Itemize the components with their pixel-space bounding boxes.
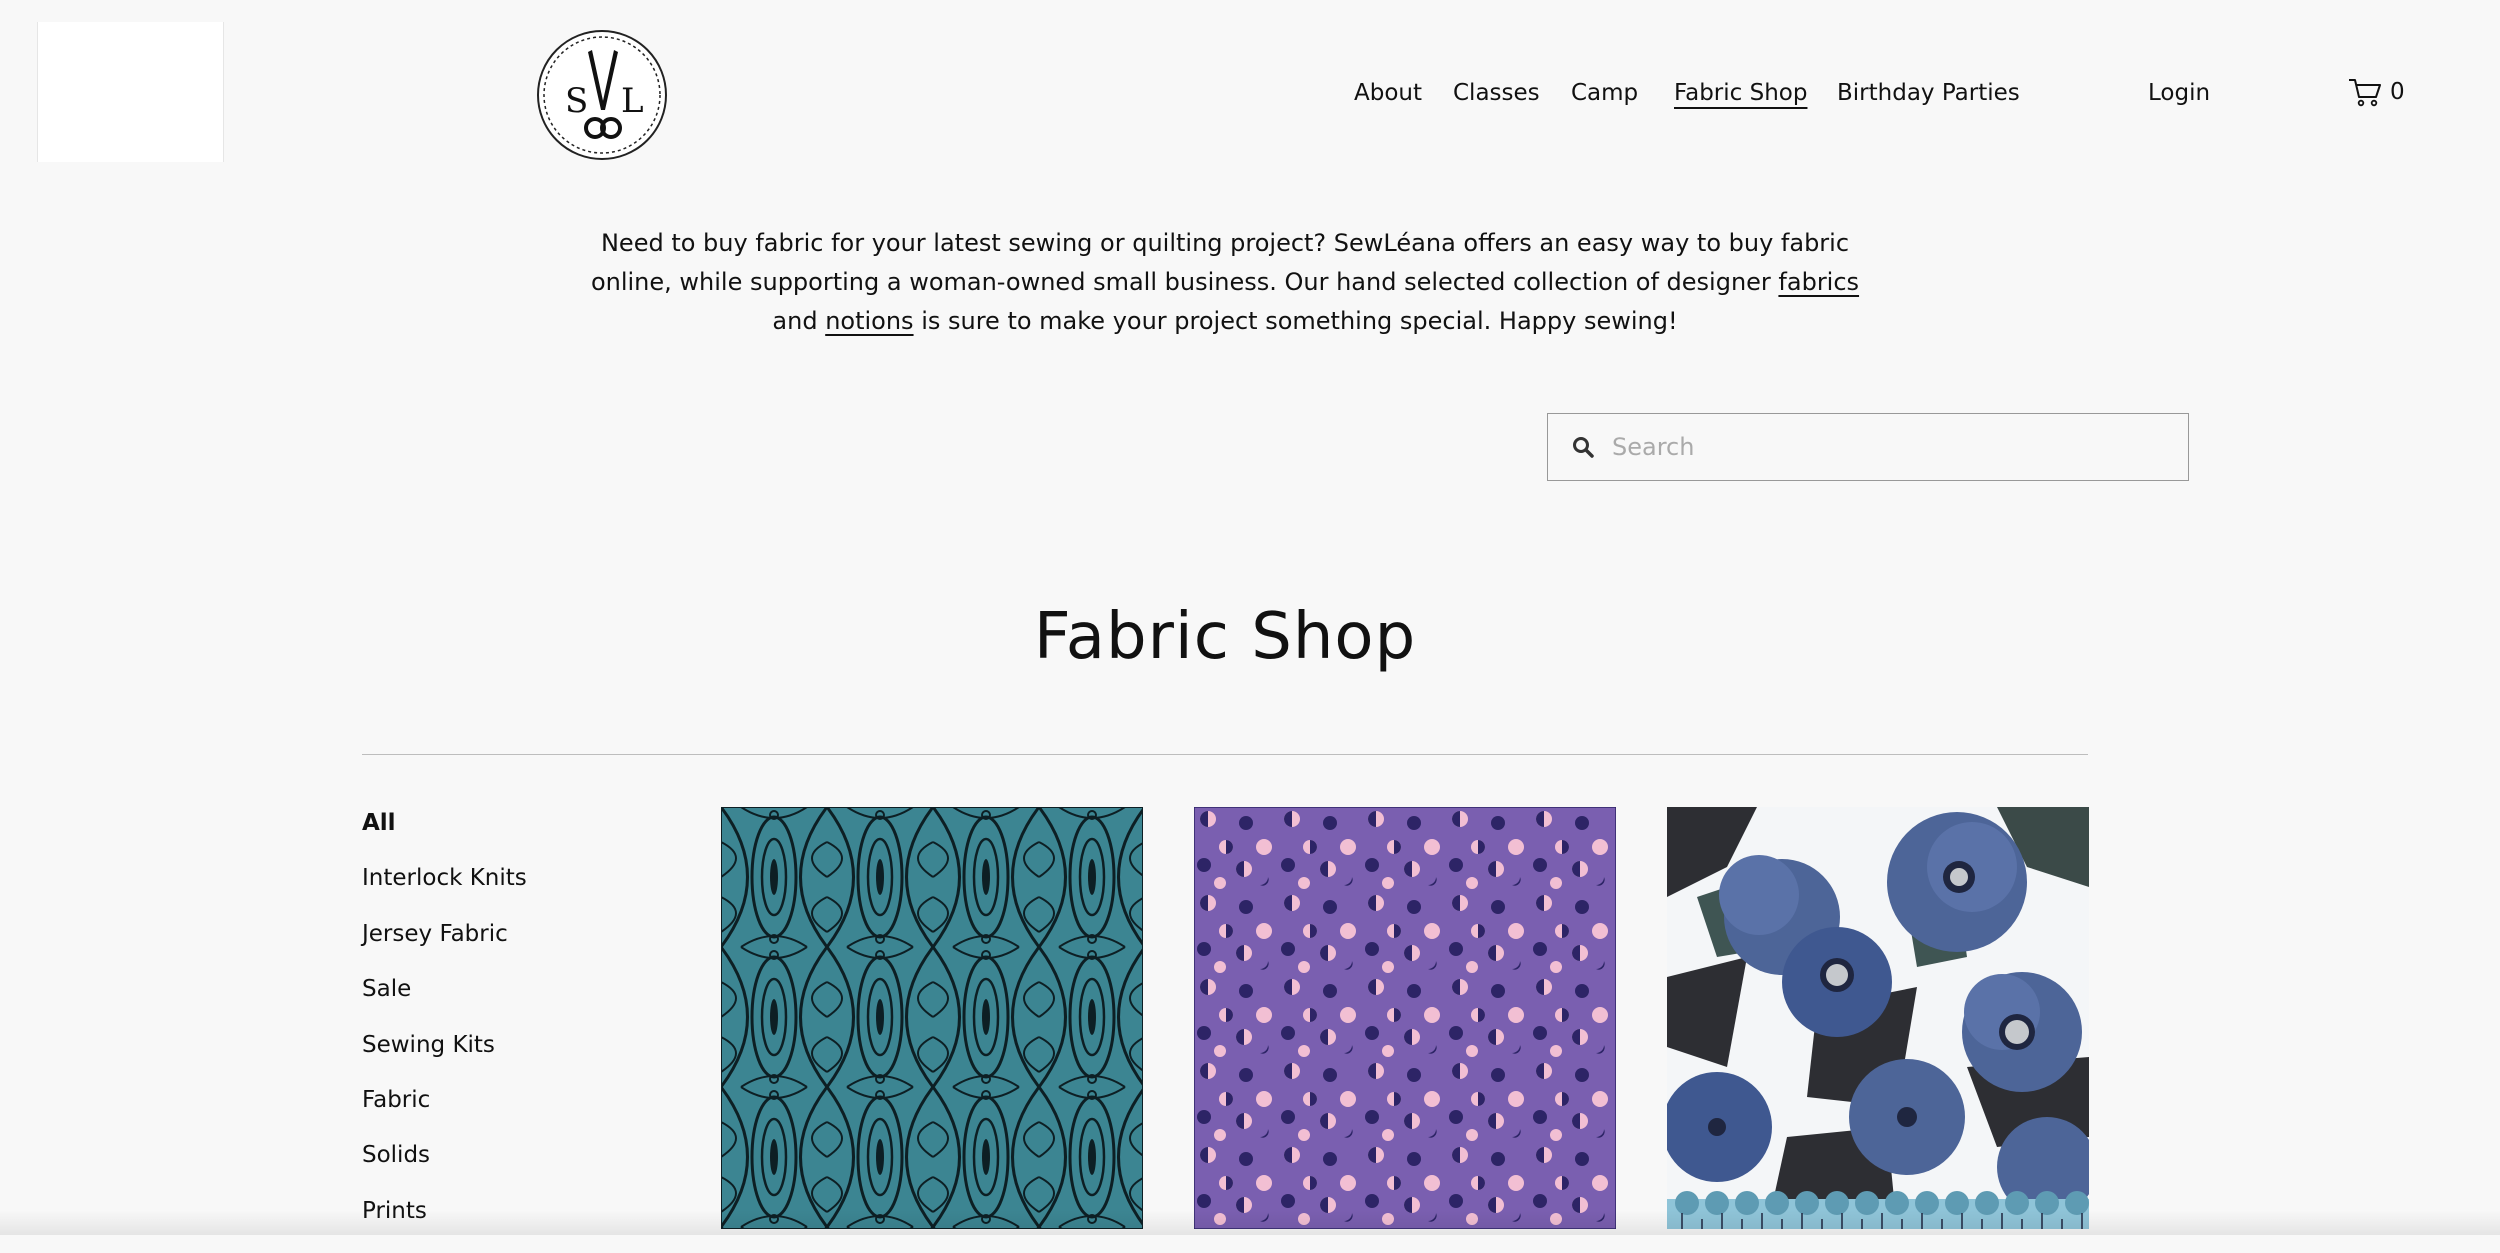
cart-icon	[2349, 79, 2381, 107]
category-fabric[interactable]: Fabric	[362, 1087, 527, 1142]
intro-paragraph: Need to buy fabric for your latest sewin…	[575, 224, 1875, 341]
product-tile-purple-dots[interactable]	[1194, 807, 1616, 1229]
search-box[interactable]	[1547, 413, 2189, 481]
header-placeholder-image	[37, 22, 224, 162]
category-prints[interactable]: Prints	[362, 1198, 527, 1253]
intro-text-2: and	[772, 307, 826, 335]
nav-fabric-shop[interactable]: Fabric Shop	[1674, 80, 1807, 106]
nav-classes[interactable]: Classes	[1453, 80, 1540, 106]
fabrics-link[interactable]: fabrics	[1778, 268, 1859, 296]
page-title: Fabric Shop	[1033, 600, 1417, 674]
category-sale[interactable]: Sale	[362, 976, 527, 1031]
logo-letter-s: S	[565, 81, 588, 121]
category-jersey-fabric[interactable]: Jersey Fabric	[362, 921, 527, 976]
intro-text-3: is sure to make your project something s…	[913, 307, 1678, 335]
intro-text-1: Need to buy fabric for your latest sewin…	[590, 229, 1850, 296]
cart-count: 0	[2390, 79, 2405, 105]
product-tile-blue-poppy[interactable]	[1667, 807, 2089, 1229]
divider	[362, 754, 2088, 755]
blue-poppy-fabric-image	[1667, 807, 2089, 1229]
category-solids[interactable]: Solids	[362, 1142, 527, 1197]
nav-about[interactable]: About	[1354, 80, 1422, 106]
logo-letter-l: L	[621, 81, 644, 121]
purple-dots-fabric-image	[1194, 807, 1616, 1229]
category-list: All Interlock Knits Jersey Fabric Sale S…	[362, 810, 527, 1253]
product-tile-teal-lace[interactable]	[721, 807, 1143, 1229]
login-link[interactable]: Login	[2148, 80, 2210, 106]
nav-birthday-parties[interactable]: Birthday Parties	[1837, 80, 2020, 106]
search-icon	[1573, 437, 1594, 458]
scissors-logo-icon: S L	[537, 30, 667, 160]
logo[interactable]: S L	[535, 28, 669, 162]
teal-lace-fabric-image	[721, 807, 1143, 1229]
search-input[interactable]	[1610, 432, 2174, 462]
category-all[interactable]: All	[362, 810, 527, 865]
category-sewing-kits[interactable]: Sewing Kits	[362, 1032, 527, 1087]
nav-camp[interactable]: Camp	[1571, 80, 1638, 106]
cart-button[interactable]: 0	[2348, 77, 2405, 107]
category-interlock-knits[interactable]: Interlock Knits	[362, 865, 527, 920]
notions-link[interactable]: notions	[825, 307, 913, 335]
